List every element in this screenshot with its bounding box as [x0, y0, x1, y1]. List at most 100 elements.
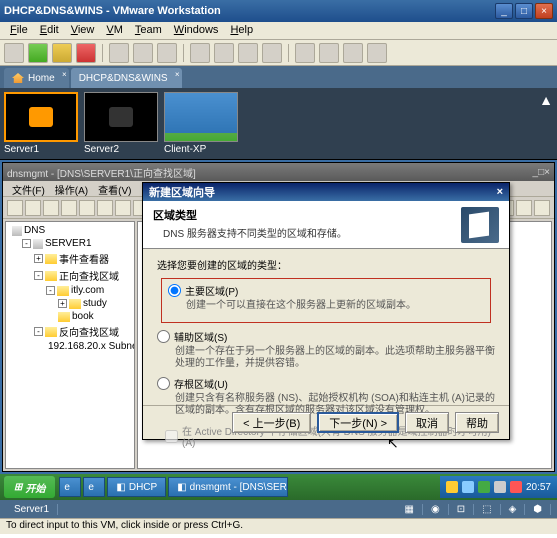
tree-reverse-zones: -反向查找区域 [8, 323, 132, 340]
tree-book: book [8, 310, 132, 323]
mmc-menu-action[interactable]: 操作(A) [50, 181, 93, 196]
wizard-subheading: DNS 服务器支持不同类型的区域和存储。 [153, 223, 461, 240]
mmc-childmax-icon[interactable] [516, 200, 532, 216]
tray-icon[interactable] [494, 481, 506, 493]
radio-secondary-zone[interactable] [157, 330, 170, 343]
minimize-button[interactable]: _ [495, 3, 513, 19]
system-tray[interactable]: 20:57 [440, 476, 557, 498]
mmc-export-icon[interactable] [115, 200, 131, 216]
status-device-icon[interactable]: ⬢ [525, 504, 551, 515]
vmware-menubar: File Edit View VM Team Windows Help [0, 22, 557, 40]
status-device-icon[interactable]: ▦ [397, 504, 423, 515]
new-zone-wizard: 新建区域向导× 区域类型 DNS 服务器支持不同类型的区域和存储。 选择您要创建… [142, 182, 510, 440]
next-button[interactable]: 下一步(N) > [317, 412, 399, 433]
collapse-chevron-icon[interactable]: ▲ [539, 92, 553, 108]
home-icon [12, 73, 24, 83]
thumbnail-bar: Server1 Server2 Client-XP ▲ [0, 88, 557, 160]
toolbar-revert-icon[interactable] [133, 43, 153, 63]
status-device-icon[interactable]: ⊡ [449, 504, 474, 515]
checkbox-ad-store [165, 430, 178, 443]
status-device-icon[interactable]: ◈ [501, 504, 526, 515]
toolbar-play-icon[interactable] [28, 43, 48, 63]
taskbar-ie2[interactable]: e [83, 477, 105, 497]
menu-team[interactable]: Team [129, 22, 168, 39]
tree-zone-itly: -itly.com [8, 284, 132, 297]
toolbar-suspend-icon[interactable] [52, 43, 72, 63]
windows-logo-icon: ⊞ [14, 482, 22, 493]
mmc-back-icon[interactable] [7, 200, 23, 216]
thumb-server1[interactable]: Server1 [4, 92, 78, 155]
menu-vm[interactable]: VM [100, 22, 129, 39]
dhcp-icon: ◧ [116, 482, 125, 493]
mmc-refresh-icon[interactable] [97, 200, 113, 216]
tray-icon[interactable] [446, 481, 458, 493]
mmc-childclose-icon[interactable] [534, 200, 550, 216]
tray-icon[interactable] [478, 481, 490, 493]
mmc-close-icon[interactable]: × [544, 167, 550, 178]
toolbar-misc1-icon[interactable] [295, 43, 315, 63]
toolbar-view1-icon[interactable] [190, 43, 210, 63]
toolbar-snapshot-icon[interactable] [109, 43, 129, 63]
tab-close-icon[interactable]: × [62, 70, 67, 79]
toolbar-misc2-icon[interactable] [319, 43, 339, 63]
menu-edit[interactable]: Edit [34, 22, 65, 39]
ie-icon: e [88, 482, 94, 493]
wizard-prompt: 选择您要创建的区域的类型： [157, 257, 495, 272]
tree-reverse-subnet: 192.168.20.x Subnet [8, 340, 132, 353]
toolbar-misc3-icon[interactable] [343, 43, 363, 63]
tab-vm[interactable]: DHCP&DNS&WINS× [71, 68, 182, 88]
toolbar-unity-icon[interactable] [262, 43, 282, 63]
toolbar-fullscreen-icon[interactable] [238, 43, 258, 63]
wizard-heading: 区域类型 [153, 207, 461, 223]
toolbar-manage-icon[interactable] [157, 43, 177, 63]
menu-view[interactable]: View [65, 22, 101, 39]
mmc-menu-view[interactable]: 查看(V) [93, 181, 136, 196]
tab-close-icon[interactable]: × [175, 70, 180, 79]
mmc-menu-file[interactable]: 文件(F) [7, 181, 50, 196]
dns-tree[interactable]: DNS -SERVER1 +事件查看器 -正向查找区域 -itly.com +s… [5, 221, 135, 469]
tree-study: +study [8, 297, 132, 310]
menu-file[interactable]: File [4, 22, 34, 39]
vmware-toolbar [0, 40, 557, 66]
thumb-clientxp[interactable]: Client-XP [164, 92, 238, 155]
vmware-title: DHCP&DNS&WINS - VMware Workstation [4, 5, 495, 17]
menu-windows[interactable]: Windows [168, 22, 225, 39]
tray-icon[interactable] [510, 481, 522, 493]
mmc-prop-icon[interactable] [79, 200, 95, 216]
vmware-tabbar: Home× DHCP&DNS&WINS× [0, 66, 557, 88]
toolbar-misc4-icon[interactable] [367, 43, 387, 63]
mmc-list-icon[interactable] [61, 200, 77, 216]
taskbar-dnsmgmt[interactable]: ◧dnsmgmt - [DNS\SERV... [168, 477, 288, 497]
toolbar-power-icon[interactable] [4, 43, 24, 63]
wizard-close-icon[interactable]: × [497, 186, 503, 198]
status-vm-name: Server1 [6, 504, 58, 515]
mmc-titlebar: dnsmgmt - [DNS\SERVER1\正向查找区域] _ □ × [3, 163, 554, 181]
status-device-icon[interactable]: ⬚ [474, 504, 500, 515]
taskbar-ie1[interactable]: e [59, 477, 81, 497]
toolbar-view2-icon[interactable] [214, 43, 234, 63]
guest-taskbar: ⊞开始 e e ◧DHCP ◧dnsmgmt - [DNS\SERV... 20… [0, 474, 557, 500]
mmc-fwd-icon[interactable] [25, 200, 41, 216]
help-button[interactable]: 帮助 [455, 412, 499, 433]
menu-help[interactable]: Help [224, 22, 259, 39]
start-button[interactable]: ⊞开始 [4, 476, 55, 498]
tree-root: DNS [8, 224, 132, 237]
taskbar-dhcp[interactable]: ◧DHCP [107, 477, 166, 497]
toolbar-stop-icon[interactable] [76, 43, 96, 63]
cancel-button[interactable]: 取消 [405, 412, 449, 433]
mmc-up-icon[interactable] [43, 200, 59, 216]
tab-home[interactable]: Home× [4, 68, 69, 88]
thumb-server2[interactable]: Server2 [84, 92, 158, 155]
radio-primary-zone[interactable] [168, 284, 181, 297]
tree-eventviewer: +事件查看器 [8, 250, 132, 267]
tray-icon[interactable] [462, 481, 474, 493]
radio-stub-zone[interactable] [157, 377, 170, 390]
option-primary-highlight: 主要区域(P) 创建一个可以直接在这个服务器上更新的区域副本。 [161, 278, 491, 323]
clock[interactable]: 20:57 [526, 482, 551, 493]
close-button[interactable]: × [535, 3, 553, 19]
tree-server: -SERVER1 [8, 237, 132, 250]
tree-forward-zones: -正向查找区域 [8, 267, 132, 284]
status-device-icon[interactable]: ◉ [423, 504, 449, 515]
maximize-button[interactable]: □ [515, 3, 533, 19]
back-button[interactable]: < 上一步(B) [232, 412, 311, 433]
